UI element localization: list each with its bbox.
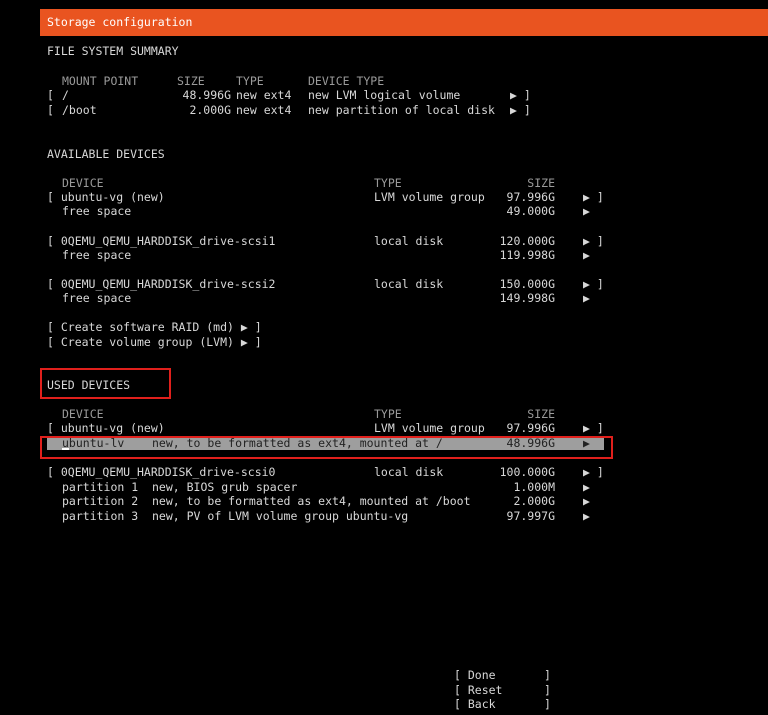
device-type: LVM volume group <box>374 421 485 435</box>
create-lvm-button[interactable]: [ Create volume group (LVM) ▶ ] <box>47 335 262 349</box>
page-title: Storage configuration <box>47 15 193 29</box>
reset-button[interactable]: [ Reset ] <box>454 683 551 697</box>
fs-type: new ext4 <box>236 103 292 117</box>
fs-header-size: SIZE <box>177 74 205 88</box>
device-name: [ 0QEMU_QEMU_HARDDISK_drive-scsi2 <box>47 277 276 291</box>
size: 48.996G <box>182 88 231 102</box>
menu-arrow-icon[interactable]: ▶ <box>583 248 590 262</box>
avail-header-size: SIZE <box>527 176 555 190</box>
menu-arrow-icon[interactable]: ▶ <box>583 291 590 305</box>
fs-summary-heading: FILE SYSTEM SUMMARY <box>47 44 179 58</box>
menu-arrow-icon[interactable]: ▶ <box>583 509 590 523</box>
avail-header-type: TYPE <box>374 176 402 190</box>
device-type: new LVM logical volume <box>308 88 461 102</box>
device-name: free space <box>62 291 132 305</box>
device-size: 97.996G <box>506 421 555 435</box>
fs-header-type: TYPE <box>236 74 264 88</box>
menu-arrow-icon[interactable]: ▶ ] <box>583 234 604 248</box>
device-type: new partition of local disk <box>308 103 495 117</box>
device-type: local disk <box>374 234 444 248</box>
menu-arrow-icon[interactable]: ▶ <box>583 494 590 508</box>
device-type: local disk <box>374 465 444 479</box>
device-name: partition 2 new, to be formatted as ext4… <box>62 494 471 508</box>
title-bar: Storage configuration <box>40 9 768 36</box>
top-strip <box>0 0 768 9</box>
mount-point: /boot <box>62 103 97 117</box>
menu-arrow-icon[interactable]: ▶ ] <box>583 465 604 479</box>
used-header-device: DEVICE <box>62 407 104 421</box>
fs-header-mount: MOUNT POINT <box>62 74 139 88</box>
used-header-size: SIZE <box>527 407 555 421</box>
device-name: [ ubuntu-vg (new) <box>47 421 165 435</box>
done-button[interactable]: [ Done ] <box>454 668 551 682</box>
mount-point: / <box>62 88 69 102</box>
used-header-type: TYPE <box>374 407 402 421</box>
available-devices-heading: AVAILABLE DEVICES <box>47 147 165 161</box>
size: 2.000G <box>189 103 231 117</box>
device-size: 119.998G <box>499 248 555 262</box>
device-size: 120.000G <box>499 234 555 248</box>
device-type: local disk <box>374 277 444 291</box>
bracket: [ <box>47 88 54 102</box>
annotation-box-selected-row <box>40 436 613 459</box>
create-raid-button[interactable]: [ Create software RAID (md) ▶ ] <box>47 320 262 334</box>
device-name: partition 1 new, BIOS grub spacer <box>62 480 298 494</box>
menu-arrow-icon[interactable]: ▶ ] <box>583 421 604 435</box>
device-name: [ ubuntu-vg (new) <box>47 190 165 204</box>
fs-type: new ext4 <box>236 88 292 102</box>
menu-arrow-icon[interactable]: ▶ <box>583 480 590 494</box>
device-size: 150.000G <box>499 277 555 291</box>
device-size: 100.000G <box>499 465 555 479</box>
avail-header-device: DEVICE <box>62 176 104 190</box>
menu-arrow-icon[interactable]: ▶ ] <box>583 190 604 204</box>
bracket: [ <box>47 103 54 117</box>
fs-header-device-type: DEVICE TYPE <box>308 74 385 88</box>
menu-arrow-icon[interactable]: ▶ ] <box>510 88 531 102</box>
device-size: 49.000G <box>506 204 555 218</box>
device-size: 97.996G <box>506 190 555 204</box>
device-name: partition 3 new, PV of LVM volume group … <box>62 509 409 523</box>
back-button[interactable]: [ Back ] <box>454 697 551 711</box>
menu-arrow-icon[interactable]: ▶ ] <box>583 277 604 291</box>
device-size: 2.000G <box>513 494 555 508</box>
device-name: free space <box>62 204 132 218</box>
device-size: 97.997G <box>506 509 555 523</box>
menu-arrow-icon[interactable]: ▶ ] <box>510 103 531 117</box>
device-name: free space <box>62 248 132 262</box>
device-type: LVM volume group <box>374 190 485 204</box>
device-size: 149.998G <box>499 291 555 305</box>
device-name: [ 0QEMU_QEMU_HARDDISK_drive-scsi1 <box>47 234 276 248</box>
device-size: 1.000M <box>513 480 555 494</box>
used-devices-heading: USED DEVICES <box>47 378 131 392</box>
device-name: [ 0QEMU_QEMU_HARDDISK_drive-scsi0 <box>47 465 276 479</box>
menu-arrow-icon[interactable]: ▶ <box>583 204 590 218</box>
